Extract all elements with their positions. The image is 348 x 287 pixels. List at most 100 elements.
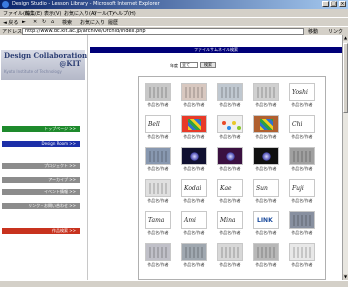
- search-submit-button[interactable]: 検索: [200, 62, 216, 68]
- thumbnail-image[interactable]: [253, 115, 279, 133]
- thumbnail-image[interactable]: [289, 211, 315, 229]
- thumbnail-item[interactable]: 作品名/作者: [179, 241, 209, 271]
- thumbnail-caption[interactable]: 作品名/作者: [251, 166, 281, 172]
- search-button[interactable]: 検索: [62, 19, 72, 26]
- thumbnail-image[interactable]: [181, 147, 207, 165]
- favorites-button[interactable]: お気に入り: [80, 19, 105, 26]
- thumbnail-image[interactable]: [181, 243, 207, 261]
- thumbnail-image[interactable]: [289, 147, 315, 165]
- thumbnail-image[interactable]: Kodai: [181, 179, 207, 197]
- thumbnail-caption[interactable]: 作品名/作者: [287, 102, 317, 108]
- thumbnail-caption[interactable]: 作品名/作者: [179, 198, 209, 204]
- thumbnail-item[interactable]: Kodai 作品名/作者: [179, 177, 209, 207]
- thumbnail-image[interactable]: [289, 243, 315, 261]
- thumbnail-item[interactable]: Tama 作品名/作者: [143, 209, 173, 239]
- thumbnail-image[interactable]: Yoshi: [289, 83, 315, 101]
- thumbnail-caption[interactable]: 作品名/作者: [251, 262, 281, 268]
- thumbnail-item[interactable]: 作品名/作者: [143, 177, 173, 207]
- stop-button[interactable]: ✕: [33, 19, 37, 26]
- thumbnail-caption[interactable]: 作品名/作者: [287, 230, 317, 236]
- thumbnail-caption[interactable]: 作品名/作者: [143, 134, 173, 140]
- refresh-button[interactable]: ↻: [42, 19, 46, 26]
- home-button[interactable]: ⌂: [51, 19, 54, 26]
- thumbnail-item[interactable]: Yoshi 作品名/作者: [287, 81, 317, 111]
- thumbnail-image[interactable]: Tama: [145, 211, 171, 229]
- thumbnail-image[interactable]: Ami: [181, 211, 207, 229]
- thumbnail-image[interactable]: [253, 83, 279, 101]
- minimize-button[interactable]: _: [322, 1, 329, 7]
- thumbnail-image[interactable]: Chi: [289, 115, 315, 133]
- thumbnail-caption[interactable]: 作品名/作者: [251, 230, 281, 236]
- thumbnail-item[interactable]: 作品名/作者: [251, 241, 281, 271]
- thumbnail-caption[interactable]: 作品名/作者: [287, 166, 317, 172]
- thumbnail-item[interactable]: Mina 作品名/作者: [215, 209, 245, 239]
- thumbnail-image[interactable]: [145, 243, 171, 261]
- thumbnail-image[interactable]: [145, 179, 171, 197]
- thumbnail-item[interactable]: 作品名/作者: [143, 81, 173, 111]
- thumbnail-image[interactable]: Mina: [217, 211, 243, 229]
- thumbnail-item[interactable]: 作品名/作者: [215, 81, 245, 111]
- menu-tools[interactable]: ツール(T): [92, 10, 114, 17]
- vertical-scrollbar[interactable]: ▲ ▼: [342, 35, 348, 280]
- scroll-up-icon[interactable]: ▲: [343, 35, 348, 41]
- thumbnail-item[interactable]: Ami 作品名/作者: [179, 209, 209, 239]
- thumbnail-image[interactable]: [253, 243, 279, 261]
- menu-view[interactable]: 表示(V): [44, 10, 61, 17]
- nav-button[interactable]: アーカイブ >>: [2, 177, 80, 183]
- thumbnail-image[interactable]: [145, 83, 171, 101]
- thumbnail-image[interactable]: [217, 115, 243, 133]
- thumbnail-item[interactable]: 作品名/作者: [179, 113, 209, 143]
- thumbnail-caption[interactable]: 作品名/作者: [215, 134, 245, 140]
- thumbnail-item[interactable]: Kae 作品名/作者: [215, 177, 245, 207]
- thumbnail-item[interactable]: 作品名/作者: [215, 241, 245, 271]
- forward-button[interactable]: ►: [22, 19, 26, 26]
- thumbnail-caption[interactable]: 作品名/作者: [143, 262, 173, 268]
- thumbnail-image[interactable]: [145, 147, 171, 165]
- menu-edit[interactable]: 編集(E): [25, 10, 42, 17]
- thumbnail-caption[interactable]: 作品名/作者: [287, 262, 317, 268]
- nav-button[interactable]: イベント情報 >>: [2, 189, 80, 195]
- thumbnail-item[interactable]: 作品名/作者: [251, 145, 281, 175]
- thumbnail-caption[interactable]: 作品名/作者: [287, 134, 317, 140]
- thumbnail-caption[interactable]: 作品名/作者: [143, 230, 173, 236]
- thumbnail-caption[interactable]: 作品名/作者: [215, 230, 245, 236]
- thumbnail-caption[interactable]: 作品名/作者: [215, 262, 245, 268]
- thumbnail-item[interactable]: 作品名/作者: [215, 145, 245, 175]
- thumbnail-item[interactable]: 作品名/作者: [251, 113, 281, 143]
- thumbnail-item[interactable]: 作品名/作者: [179, 145, 209, 175]
- thumbnail-item[interactable]: Fuji 作品名/作者: [287, 177, 317, 207]
- thumbnail-item[interactable]: 作品名/作者: [251, 81, 281, 111]
- year-select[interactable]: 全て: [180, 62, 198, 68]
- links-button[interactable]: リンク: [328, 28, 343, 35]
- thumbnail-image[interactable]: Bell: [145, 115, 171, 133]
- go-button[interactable]: 移動: [308, 28, 318, 35]
- thumbnail-caption[interactable]: 作品名/作者: [179, 262, 209, 268]
- thumbnail-caption[interactable]: 作品名/作者: [143, 102, 173, 108]
- scroll-thumb[interactable]: [343, 43, 348, 113]
- thumbnail-item[interactable]: 作品名/作者: [287, 209, 317, 239]
- thumbnail-item[interactable]: 作品名/作者: [143, 241, 173, 271]
- thumbnail-caption[interactable]: 作品名/作者: [179, 230, 209, 236]
- thumbnail-image[interactable]: Kae: [217, 179, 243, 197]
- thumbnail-caption[interactable]: 作品名/作者: [215, 198, 245, 204]
- thumbnail-image[interactable]: [217, 243, 243, 261]
- thumbnail-item[interactable]: Chi 作品名/作者: [287, 113, 317, 143]
- thumbnail-caption[interactable]: 作品名/作者: [251, 102, 281, 108]
- thumbnail-item[interactable]: Sun 作品名/作者: [251, 177, 281, 207]
- close-button[interactable]: ×: [339, 1, 346, 7]
- thumbnail-item[interactable]: LINK 作品名/作者: [251, 209, 281, 239]
- thumbnail-image[interactable]: [181, 83, 207, 101]
- thumbnail-image[interactable]: [217, 147, 243, 165]
- history-button[interactable]: 履歴: [108, 19, 118, 26]
- thumbnail-caption[interactable]: 作品名/作者: [179, 134, 209, 140]
- menu-help[interactable]: ヘルプ(H): [113, 10, 136, 17]
- site-logo[interactable]: Design Collaboration @KIT Kyoto Institut…: [1, 50, 87, 80]
- thumbnail-item[interactable]: 作品名/作者: [179, 81, 209, 111]
- thumbnail-item[interactable]: 作品名/作者: [143, 145, 173, 175]
- thumbnail-caption[interactable]: 作品名/作者: [215, 166, 245, 172]
- thumbnail-caption[interactable]: 作品名/作者: [215, 102, 245, 108]
- thumbnail-caption[interactable]: 作品名/作者: [179, 102, 209, 108]
- thumbnail-caption[interactable]: 作品名/作者: [251, 134, 281, 140]
- maximize-button[interactable]: □: [330, 1, 337, 7]
- thumbnail-image[interactable]: [181, 115, 207, 133]
